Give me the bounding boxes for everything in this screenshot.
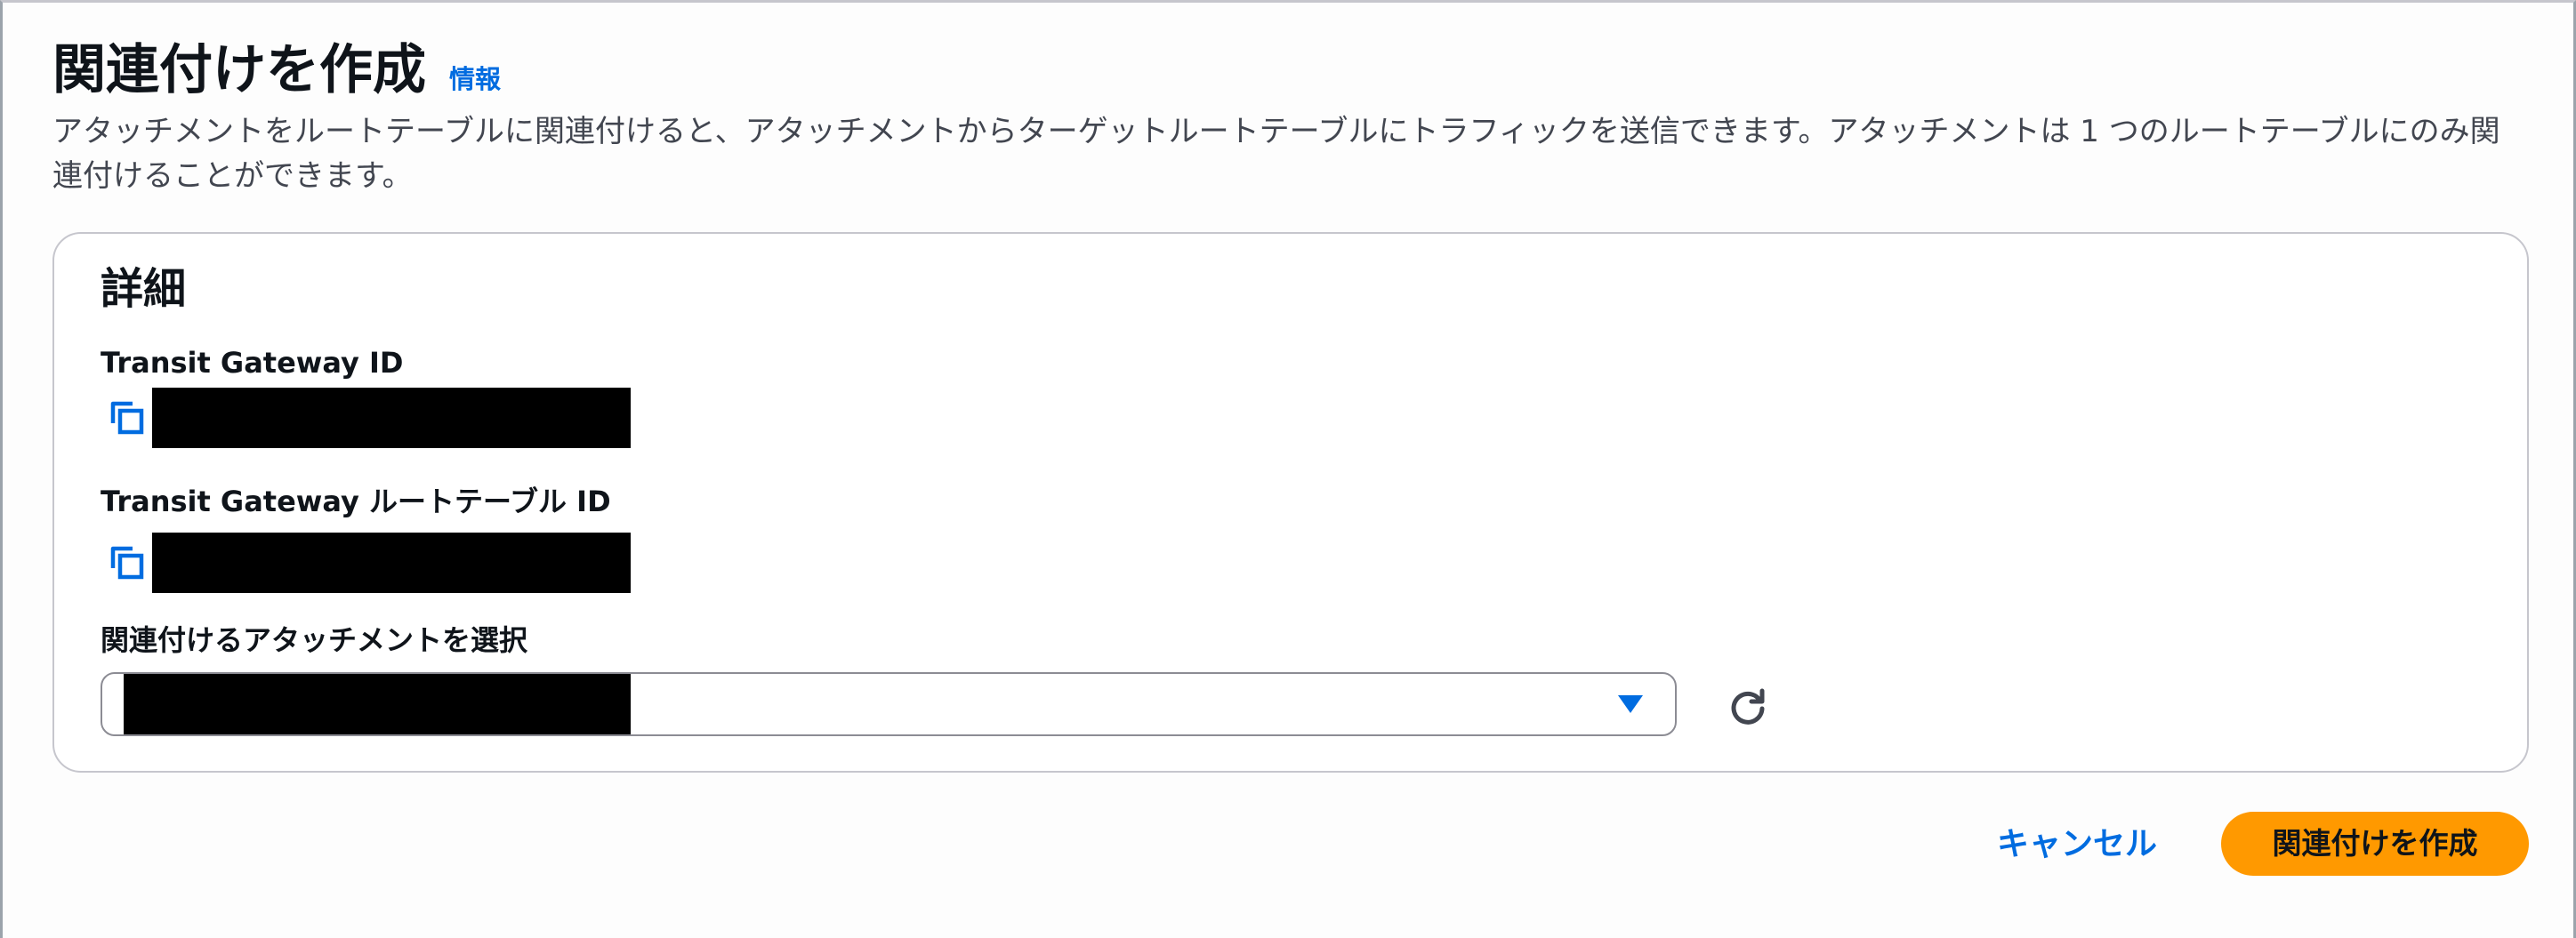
attachment-select[interactable] [101,672,1677,736]
info-link[interactable]: 情報 [449,59,501,96]
page-title: 関連付けを作成 [52,39,426,101]
page-description: アタッチメントをルートテーブルに関連付けると、アタッチメントからターゲットルート… [52,114,2500,194]
details-container: 詳細 Transit Gateway ID Transit Gateway ルー… [52,232,2529,773]
route-table-id-label: Transit Gateway ルートテーブル ID [101,485,611,518]
copy-icon[interactable] [102,538,152,588]
transit-gateway-id-label: Transit Gateway ID [101,346,404,380]
refresh-icon [1731,688,1765,725]
route-table-id-value [102,532,631,594]
redacted-transit-gateway-id [152,388,631,448]
copy-icon[interactable] [102,393,152,443]
transit-gateway-id-value [102,387,631,449]
create-association-button[interactable]: 関連付けを作成 [2221,812,2529,876]
redacted-route-table-id [152,533,631,593]
page-frame: 関連付けを作成 情報 アタッチメントをルートテーブルに関連付けると、アタッチメン… [0,0,2576,938]
details-title: 詳細 [101,264,187,314]
refresh-button[interactable] [1719,678,1776,735]
cancel-button[interactable]: キャンセル [1979,814,2175,876]
caret-down-icon [1618,695,1643,713]
page-header: 関連付けを作成 情報 [52,35,501,106]
redacted-attachment-value [124,674,631,734]
attachment-select-label: 関連付けるアタッチメントを選択 [101,623,528,657]
